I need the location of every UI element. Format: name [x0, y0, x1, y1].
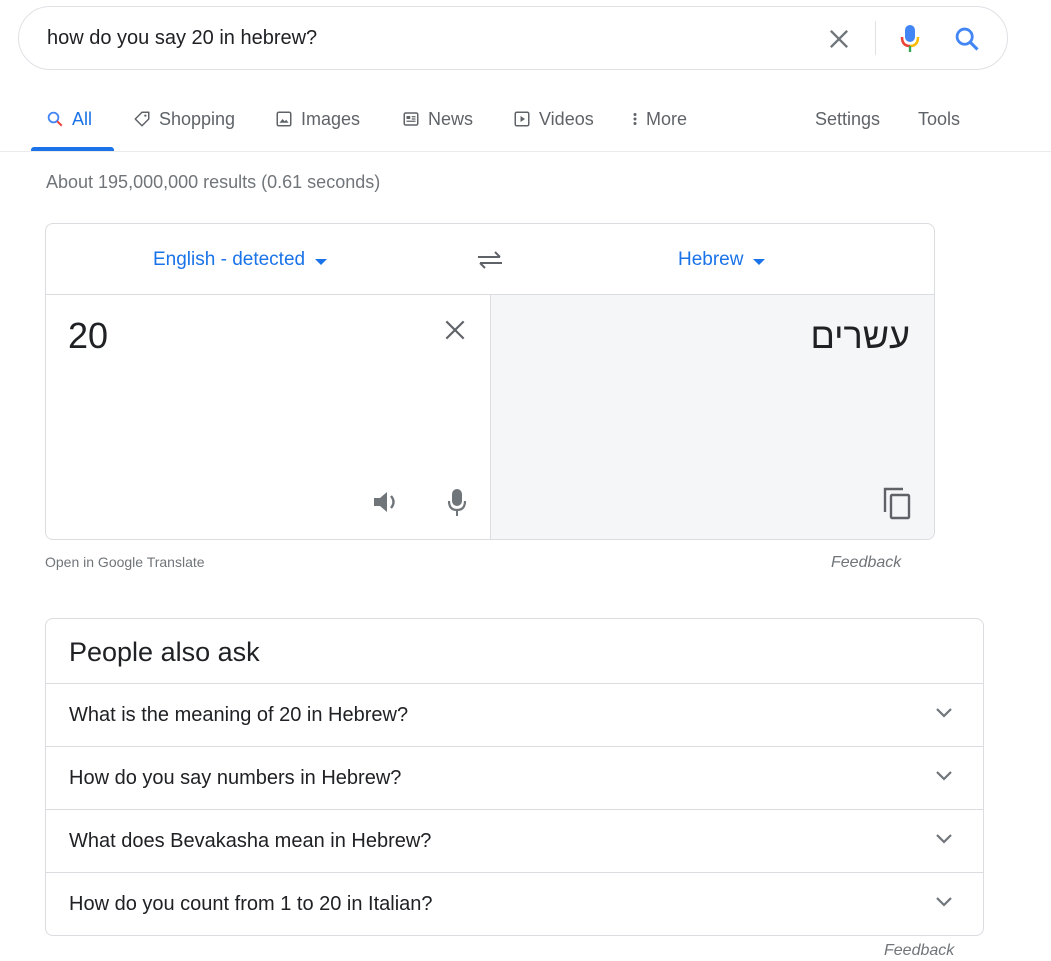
- close-icon[interactable]: [442, 317, 468, 343]
- search-tabs: All Shopping Images News Videos More Set…: [0, 100, 1051, 152]
- search-icon[interactable]: [953, 25, 981, 53]
- swap-icon[interactable]: [474, 248, 506, 272]
- people-also-ask: People also ask What is the meaning of 2…: [45, 618, 984, 936]
- target-language-select[interactable]: Hebrew: [678, 249, 766, 271]
- chevron-down-icon: [936, 897, 952, 907]
- speaker-icon[interactable]: [371, 487, 401, 517]
- search-box[interactable]: how do you say 20 in hebrew?: [18, 6, 1008, 70]
- chevron-down-icon: [936, 771, 952, 781]
- tab-label: Shopping: [159, 108, 236, 129]
- chevron-down-icon: [315, 258, 328, 265]
- paa-question[interactable]: How do you say numbers in Hebrew?: [46, 746, 983, 809]
- translate-feedback-link[interactable]: Feedback: [831, 554, 901, 572]
- paa-feedback-link[interactable]: Feedback: [884, 942, 954, 960]
- close-icon[interactable]: [825, 25, 853, 53]
- search-input[interactable]: how do you say 20 in hebrew?: [47, 27, 317, 50]
- paa-question[interactable]: What does Bevakasha mean in Hebrew?: [46, 809, 983, 872]
- tab-shopping[interactable]: Shopping: [133, 108, 235, 130]
- tab-label: More: [646, 108, 688, 129]
- target-pane: עשרים: [491, 295, 934, 539]
- tab-more[interactable]: More: [630, 108, 687, 130]
- translate-header: English - detected Hebrew: [46, 224, 934, 295]
- copy-icon[interactable]: [881, 485, 913, 521]
- more-vert-icon: [633, 113, 637, 125]
- tab-videos[interactable]: Videos: [513, 108, 594, 130]
- paa-question-text: How do you count from 1 to 20 in Italian…: [69, 893, 433, 915]
- tab-news[interactable]: News: [402, 108, 473, 130]
- tab-label: News: [428, 108, 474, 129]
- search-icon: [47, 111, 63, 127]
- tab-label: Videos: [539, 108, 594, 129]
- chevron-down-icon: [936, 708, 952, 718]
- tools-label: Tools: [918, 108, 961, 129]
- source-language-label: English - detected: [153, 249, 306, 270]
- mic-icon[interactable]: [899, 23, 921, 55]
- paa-question[interactable]: How do you count from 1 to 20 in Italian…: [46, 872, 983, 935]
- active-tab-indicator: [31, 147, 114, 151]
- settings-label: Settings: [815, 108, 881, 129]
- tab-label: Images: [301, 108, 361, 129]
- target-language-label: Hebrew: [678, 249, 744, 270]
- search-divider: [875, 21, 876, 55]
- chevron-down-icon: [753, 258, 766, 265]
- source-text-input[interactable]: 20: [68, 315, 108, 357]
- news-icon: [403, 112, 419, 126]
- tab-images[interactable]: Images: [275, 108, 360, 130]
- paa-question-text: What is the meaning of 20 in Hebrew?: [69, 704, 409, 726]
- open-in-translate-link[interactable]: Open in Google Translate: [45, 554, 205, 570]
- tag-icon: [134, 111, 150, 127]
- tab-label: All: [72, 108, 93, 129]
- paa-title: People also ask: [69, 637, 260, 667]
- translate-card: English - detected Hebrew 20 עשרים: [45, 223, 935, 540]
- result-stats: About 195,000,000 results (0.61 seconds): [46, 172, 381, 192]
- tools-link[interactable]: Tools: [918, 108, 960, 130]
- settings-link[interactable]: Settings: [815, 108, 880, 130]
- tab-all[interactable]: All: [46, 108, 92, 130]
- paa-question[interactable]: What is the meaning of 20 in Hebrew?: [46, 683, 983, 746]
- play-icon: [514, 111, 530, 127]
- source-pane: 20: [46, 295, 491, 539]
- paa-question-text: What does Bevakasha mean in Hebrew?: [69, 830, 432, 852]
- mic-icon[interactable]: [446, 487, 468, 519]
- paa-question-text: How do you say numbers in Hebrew?: [69, 767, 402, 789]
- translated-text: עשרים: [810, 315, 910, 356]
- chevron-down-icon: [936, 834, 952, 844]
- image-icon: [276, 111, 292, 127]
- source-language-select[interactable]: English - detected: [153, 249, 328, 271]
